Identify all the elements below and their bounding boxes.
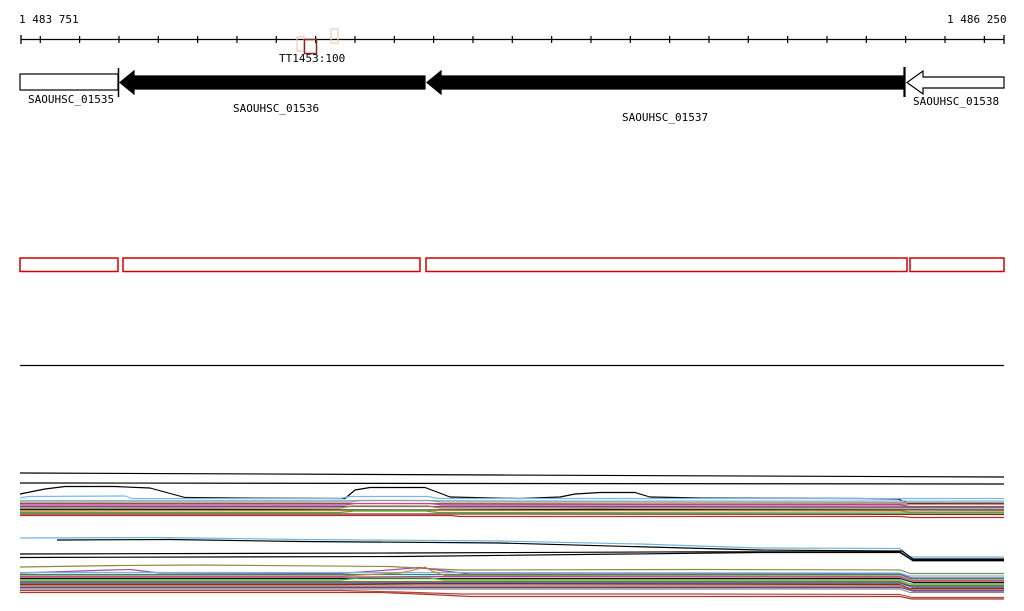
profile-line-top-skyblue-1: [19, 495, 1004, 500]
feature-track-box-3[interactable]: [909, 257, 1005, 273]
tt-feature-box-pale-right[interactable]: [330, 28, 339, 44]
feature-track-box-2[interactable]: [425, 257, 908, 273]
profile-line-top-darkred: [20, 513, 1005, 516]
gene-arrow-SAOUHSC_01535[interactable]: [19, 73, 119, 91]
gene-arrow-SAOUHSC_01536[interactable]: [119, 69, 426, 96]
genome-browser-canvas: [19, 28, 1005, 600]
profile-line-top-crimson: [20, 514, 1004, 519]
profile-line-top-brown: [20, 502, 1004, 505]
feature-track-box-0[interactable]: [19, 257, 119, 273]
tt-feature-box-main[interactable]: [303, 38, 318, 55]
profile-line-mid-black-1: [56, 538, 1004, 560]
profile-line-top-black-flat-2: [19, 482, 1005, 485]
profile-line-top-purple: [20, 505, 1005, 508]
gene-arrow-SAOUHSC_01537[interactable]: [426, 69, 904, 96]
feature-track-box-1[interactable]: [122, 257, 421, 273]
gene-arrow-SAOUHSC_01538[interactable]: [905, 69, 1005, 96]
genome-browser-view: 1 483 751 1 486 250 TT1453:100 SAOUHSC_0…: [0, 0, 1024, 611]
profile-line-top-skyblue-2: [20, 499, 1004, 502]
profile-line-top-black-flat-1: [19, 472, 1005, 478]
profile-line-top-black-seg: [20, 508, 1005, 511]
profile-line-top-orange: [19, 509, 1004, 513]
